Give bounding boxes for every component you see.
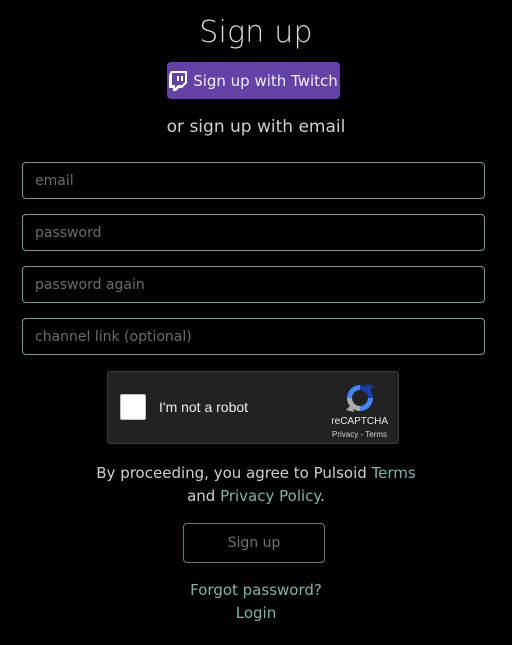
password-field[interactable]	[22, 214, 485, 251]
agreement-text: By proceeding, you agree to Pulsoid Term…	[0, 462, 512, 508]
recaptcha-brand: reCAPTCHA	[331, 416, 388, 427]
recaptcha-terms-link[interactable]: Terms	[365, 430, 387, 439]
channel-link-field[interactable]	[22, 318, 485, 355]
recaptcha-widget: I'm not a robot reCAPTCHA Privacy - Term…	[107, 371, 399, 444]
agreement-and: and	[187, 487, 221, 505]
password-again-field[interactable]	[22, 266, 485, 303]
signup-button[interactable]: Sign up	[183, 523, 325, 563]
terms-link[interactable]: Terms	[372, 464, 416, 482]
page-title: Sign up	[199, 15, 313, 50]
twitch-signup-label: Sign up with Twitch	[193, 71, 338, 90]
agreement-suffix: .	[320, 487, 325, 505]
privacy-policy-link[interactable]: Privacy Policy	[220, 487, 320, 505]
recaptcha-links: Privacy - Terms	[332, 430, 387, 439]
recaptcha-label: I'm not a robot	[159, 399, 249, 415]
forgot-password-link[interactable]: Forgot password?	[0, 581, 512, 599]
recaptcha-logo-icon	[344, 382, 376, 414]
login-link[interactable]: Login	[0, 604, 512, 622]
agreement-prefix: By proceeding, you agree to Pulsoid	[96, 464, 372, 482]
recaptcha-privacy-link[interactable]: Privacy	[332, 430, 358, 439]
twitch-signup-button[interactable]: Sign up with Twitch	[167, 62, 340, 99]
email-divider-text: or sign up with email	[166, 117, 346, 137]
recaptcha-checkbox[interactable]	[120, 394, 146, 420]
email-field[interactable]	[22, 162, 485, 199]
twitch-icon	[169, 70, 188, 91]
